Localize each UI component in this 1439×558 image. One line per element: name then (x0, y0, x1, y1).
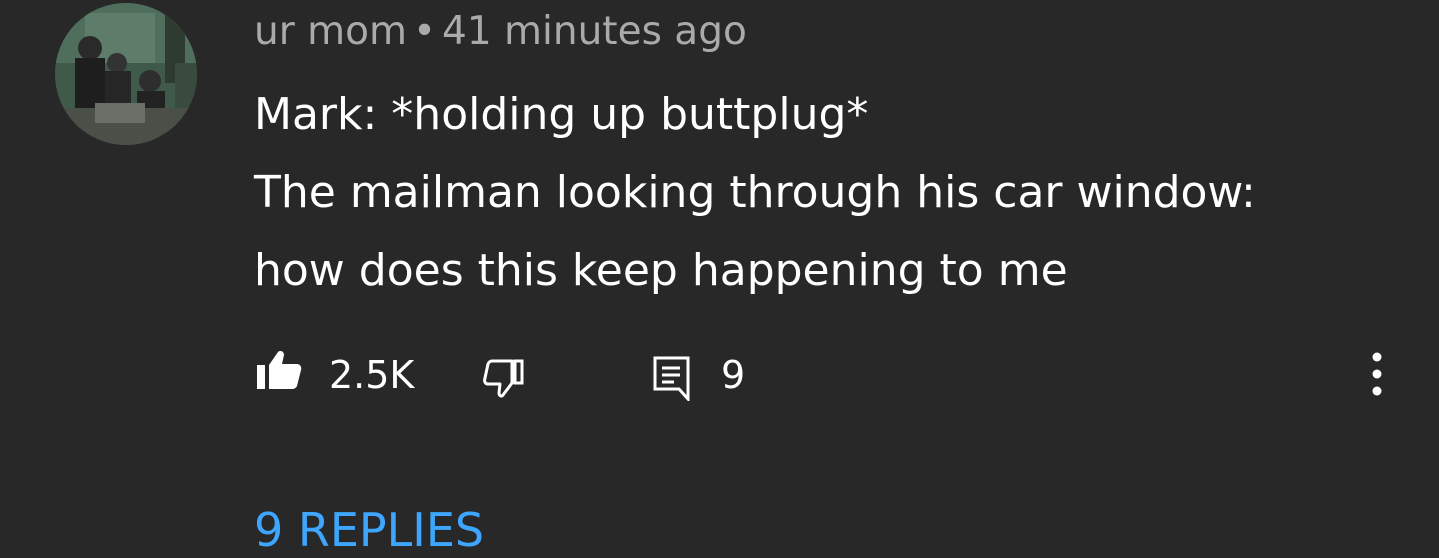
thumbs-down-outline-icon (483, 359, 524, 398)
comment-line: how does this keep happening to me (254, 245, 1068, 296)
dislike-button[interactable] (482, 358, 526, 398)
comment-text: Mark: *holding up buttplug* The mailman … (254, 76, 1404, 310)
reply-count: 9 (721, 353, 746, 397)
comment-timestamp[interactable]: 41 minutes ago (442, 9, 747, 54)
comment-line: The mailman looking through his car wind… (254, 167, 1256, 218)
view-replies-link[interactable]: 9 REPLIES (254, 502, 484, 558)
reply-button[interactable] (652, 355, 692, 401)
avatar-image (55, 3, 197, 145)
author-name[interactable]: ur mom (254, 9, 407, 54)
meta-separator: • (413, 9, 437, 54)
comment-line: Mark: *holding up buttplug* (254, 89, 869, 140)
thumbs-up-filled-icon (257, 351, 302, 389)
like-count: 2.5K (329, 353, 415, 397)
comment-icon (653, 356, 690, 401)
comment-meta: ur mom • 41 minutes ago (254, 8, 747, 56)
more-options-button[interactable] (1360, 350, 1394, 400)
like-button[interactable] (256, 350, 302, 390)
more-vertical-icon (1372, 352, 1382, 396)
avatar[interactable] (55, 3, 197, 145)
